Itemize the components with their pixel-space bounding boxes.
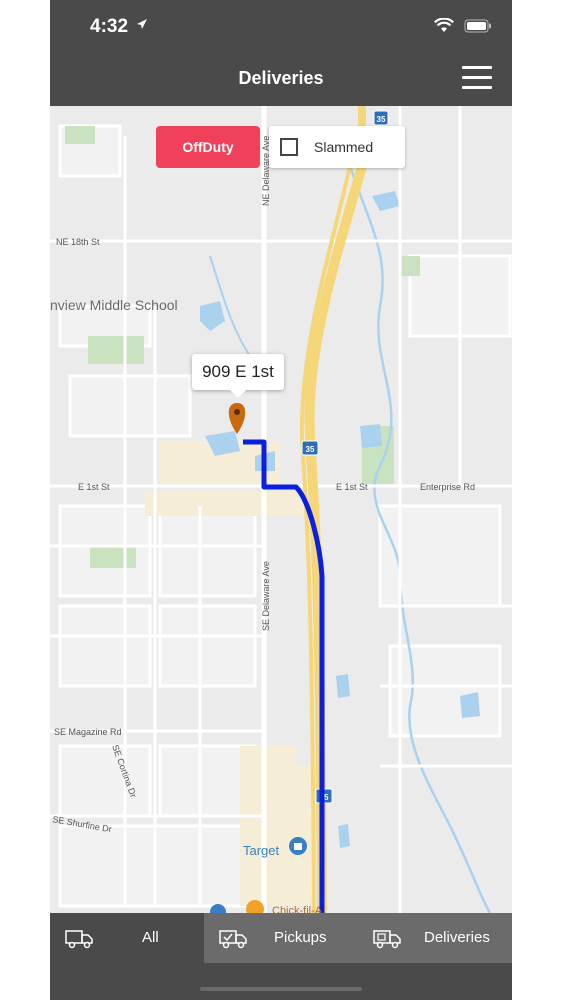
menu-icon[interactable] xyxy=(462,66,492,90)
i35-label-mid: 35 xyxy=(306,445,315,454)
offduty-button[interactable]: OffDuty xyxy=(156,126,260,168)
tab-pickups-label: Pickups xyxy=(274,929,327,946)
status-time: 4:32 xyxy=(90,16,129,37)
se-delaware-label: SE Delaware Ave xyxy=(261,561,271,631)
school-label: nview Middle School xyxy=(50,297,178,313)
target-label: Target xyxy=(243,843,280,858)
e-1st-east-label: E 1st St xyxy=(336,482,368,492)
shopping-bag-icon xyxy=(289,837,307,855)
truck-check-icon xyxy=(219,930,247,949)
map-canvas: 35 35 35 NE Delaware Ave NE 18th St E 1s… xyxy=(50,106,512,913)
slammed-toggle[interactable]: Slammed xyxy=(269,126,405,168)
tab-deliveries[interactable]: Deliveries xyxy=(358,913,512,963)
wifi-icon xyxy=(434,18,454,32)
ne-18th-label: NE 18th St xyxy=(56,237,100,247)
slammed-checkbox[interactable] xyxy=(280,138,298,156)
tab-all-label: All xyxy=(142,929,159,946)
phone-screen: 4:32 Deliveries 35 35 35 NE Delaware Ave… xyxy=(50,0,512,1000)
battery-icon xyxy=(464,19,491,32)
location-arrow-icon xyxy=(137,19,147,29)
status-bar: 4:32 xyxy=(50,0,512,52)
i35-label-top: 35 xyxy=(377,115,386,124)
truck-icon xyxy=(65,930,93,949)
enterprise-label: Enterprise Rd xyxy=(420,482,475,492)
truck-box-icon xyxy=(373,930,401,949)
status-icons xyxy=(434,18,492,33)
home-indicator[interactable] xyxy=(200,987,362,991)
page-title: Deliveries xyxy=(238,68,324,88)
home-area xyxy=(50,963,512,1000)
nav-bar: Deliveries xyxy=(50,52,512,106)
tab-pickups[interactable]: Pickups xyxy=(204,913,358,963)
map-view[interactable]: 35 35 35 NE Delaware Ave NE 18th St E 1s… xyxy=(50,106,512,913)
tab-bar: All Pickups Deliveries xyxy=(50,913,512,963)
e-1st-west-label: E 1st St xyxy=(78,482,110,492)
map-callout[interactable]: 909 E 1st xyxy=(192,354,284,398)
slammed-label: Slammed xyxy=(314,139,374,155)
tab-deliveries-label: Deliveries xyxy=(424,929,490,946)
chick-label: Chick-fil-A xyxy=(272,905,323,913)
tab-all[interactable]: All xyxy=(50,913,204,963)
se-magazine-label: SE Magazine Rd xyxy=(54,727,122,737)
